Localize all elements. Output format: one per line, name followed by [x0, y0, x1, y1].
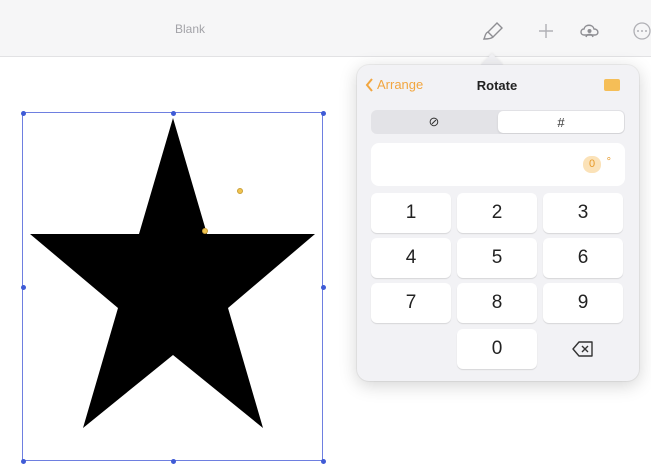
key-3[interactable]: 3 [543, 193, 623, 233]
key-1[interactable]: 1 [371, 193, 451, 233]
back-button-label: Arrange [377, 77, 424, 92]
more-icon[interactable] [630, 20, 651, 42]
resize-handle-top-right[interactable] [320, 110, 326, 116]
key-9[interactable]: 9 [543, 283, 623, 323]
resize-handle-top[interactable] [170, 110, 176, 116]
document-title: Blank [174, 22, 206, 36]
backspace-button[interactable] [543, 329, 623, 369]
rotate-mode-segmented-control: ⊘ # [371, 110, 625, 134]
share-collaborate-icon[interactable] [578, 20, 602, 42]
resize-handle-top-left[interactable] [20, 110, 26, 116]
key-2[interactable]: 2 [457, 193, 537, 233]
chevron-left-icon [365, 77, 373, 92]
segment-dial[interactable]: ⊘ [371, 110, 497, 134]
rotation-value: 0 [583, 156, 601, 173]
segment-number[interactable]: # [498, 111, 624, 133]
rotate-popover: Arrange Rotate ⊘ # 0 ° 1 2 3 4 5 6 7 8 9… [357, 65, 639, 381]
resize-handle-left[interactable] [20, 284, 26, 290]
plus-icon[interactable] [534, 20, 558, 42]
toolbar: Blank [0, 0, 651, 57]
selection-frame[interactable] [20, 110, 326, 464]
key-4[interactable]: 4 [371, 238, 451, 278]
resize-handle-bottom-left[interactable] [20, 458, 26, 464]
resize-handle-bottom[interactable] [170, 458, 176, 464]
key-6[interactable]: 6 [543, 238, 623, 278]
resize-handle-right[interactable] [320, 284, 326, 290]
paintbrush-icon[interactable] [482, 20, 506, 42]
key-7[interactable]: 7 [371, 283, 451, 323]
key-5[interactable]: 5 [457, 238, 537, 278]
rotation-unit: ° [606, 156, 611, 168]
key-8[interactable]: 8 [457, 283, 537, 323]
key-0[interactable]: 0 [457, 329, 537, 369]
rotation-value-field[interactable]: 0 ° [371, 143, 625, 186]
backspace-icon [572, 341, 593, 357]
shape-control-point[interactable] [202, 228, 208, 234]
shape-control-point-outer[interactable] [237, 188, 243, 194]
resize-handle-bottom-right[interactable] [320, 458, 326, 464]
back-button-arrange[interactable]: Arrange [365, 77, 423, 92]
image-thumbnail-icon[interactable] [604, 79, 620, 91]
popover-title: Rotate [476, 78, 518, 93]
